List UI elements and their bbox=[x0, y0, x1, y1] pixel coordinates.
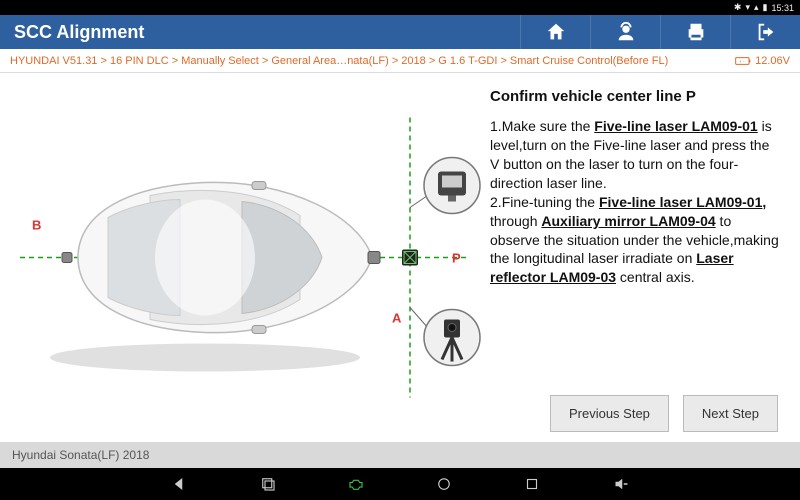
rear-reflector bbox=[62, 253, 72, 263]
alignment-diagram: B P A bbox=[0, 73, 486, 442]
battery-icon: ▮ bbox=[763, 2, 768, 13]
print-icon bbox=[685, 21, 707, 43]
previous-step-button[interactable]: Previous Step bbox=[550, 395, 669, 432]
main-content: B P A bbox=[0, 73, 800, 442]
battery-voltage: + - 12.06V bbox=[735, 55, 790, 67]
exit-button[interactable] bbox=[730, 15, 800, 49]
bluetooth-icon: ✱ bbox=[734, 2, 742, 13]
instruction-panel: Confirm vehicle center line P 1.Make sur… bbox=[486, 73, 800, 442]
nav-voldown-button[interactable] bbox=[611, 475, 629, 493]
instruction-body: 1.Make sure the Five-line laser LAM09-01… bbox=[490, 117, 782, 385]
nav-home-button[interactable] bbox=[435, 475, 453, 493]
vehicle-info-bar: Hyundai Sonata(LF) 2018 bbox=[0, 442, 800, 468]
callout-laser bbox=[424, 310, 480, 366]
page-title: SCC Alignment bbox=[0, 22, 520, 43]
callout-mirror bbox=[424, 158, 480, 214]
svg-text:+ -: + - bbox=[739, 59, 745, 64]
nav-recent-button[interactable] bbox=[259, 475, 277, 493]
nav-diag-button[interactable] bbox=[347, 475, 365, 493]
center-target bbox=[402, 250, 418, 266]
support-icon bbox=[615, 21, 637, 43]
app-title-bar: SCC Alignment bbox=[0, 15, 800, 49]
front-sensor bbox=[368, 252, 380, 264]
next-step-button[interactable]: Next Step bbox=[683, 395, 778, 432]
nav-back-button[interactable] bbox=[171, 475, 189, 493]
print-button[interactable] bbox=[660, 15, 730, 49]
exit-icon bbox=[755, 21, 777, 43]
signal-icon: ▴ bbox=[754, 2, 759, 13]
car-diagram-svg: B P A bbox=[0, 73, 486, 442]
support-button[interactable] bbox=[590, 15, 660, 49]
clock: 15:31 bbox=[771, 3, 794, 13]
label-a: A bbox=[392, 311, 402, 326]
step-buttons: Previous Step Next Step bbox=[490, 385, 782, 432]
breadcrumb-bar: HYUNDAI V51.31 > 16 PIN DLC > Manually S… bbox=[0, 49, 800, 73]
android-status-bar: ✱ ▾ ▴ ▮ 15:31 bbox=[0, 0, 800, 15]
label-p: P bbox=[452, 251, 461, 266]
home-icon bbox=[545, 21, 567, 43]
breadcrumb: HYUNDAI V51.31 > 16 PIN DLC > Manually S… bbox=[10, 55, 727, 67]
home-button[interactable] bbox=[520, 15, 590, 49]
battery-icon: + - bbox=[735, 56, 751, 66]
instruction-title: Confirm vehicle center line P bbox=[490, 87, 782, 107]
android-nav-bar bbox=[0, 468, 800, 500]
car-top-view bbox=[50, 182, 372, 372]
wifi-icon: ▾ bbox=[745, 2, 750, 13]
label-b: B bbox=[32, 218, 41, 233]
nav-overview-button[interactable] bbox=[523, 475, 541, 493]
